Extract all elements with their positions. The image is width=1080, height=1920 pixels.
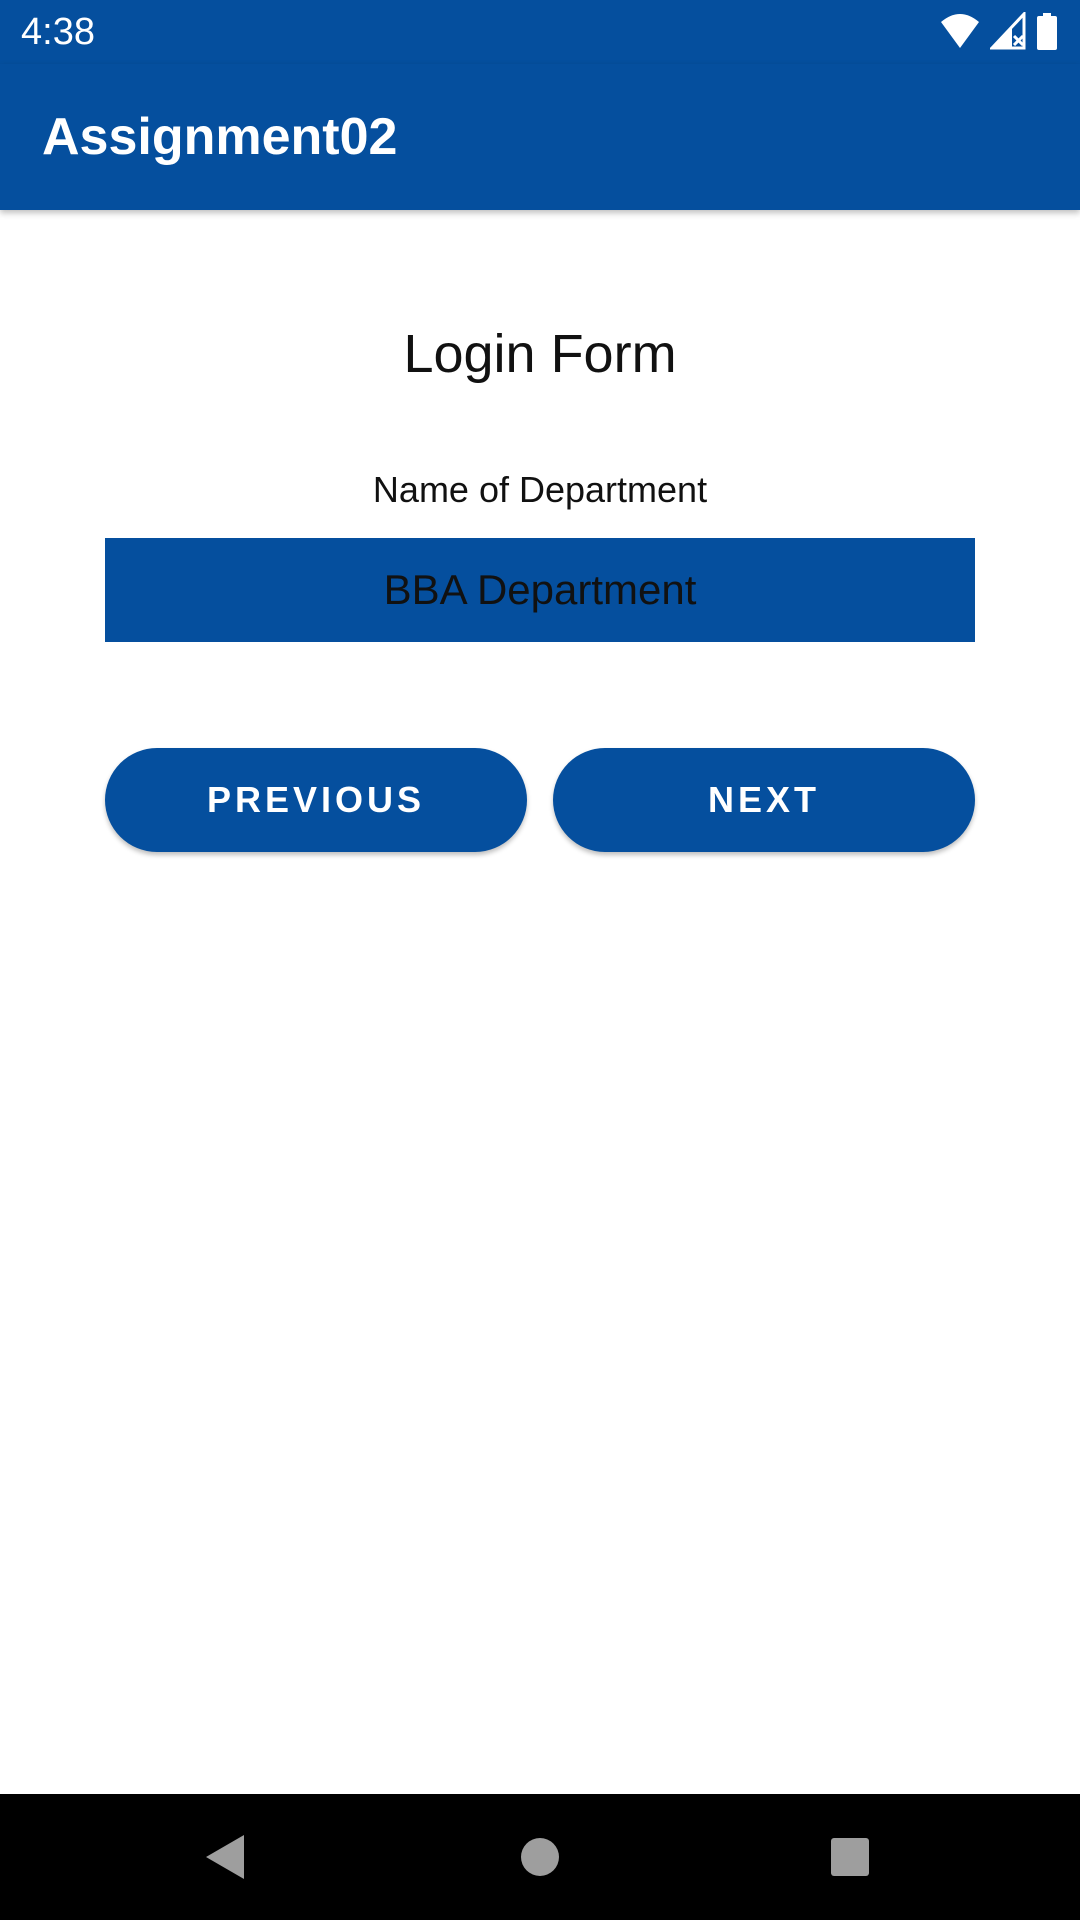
status-bar: 4:38 [0, 0, 1080, 64]
app-title: Assignment02 [42, 108, 398, 166]
signal-icon [988, 10, 1026, 52]
home-icon[interactable] [510, 1827, 570, 1887]
previous-button[interactable]: PREVIOUS [105, 748, 527, 852]
status-time: 4:38 [21, 11, 95, 53]
wifi-icon [940, 12, 980, 52]
form-title: Login Form [403, 324, 677, 384]
battery-icon [1036, 12, 1058, 52]
department-label: Name of Department [372, 469, 708, 510]
recents-icon[interactable] [820, 1827, 880, 1887]
status-icons [940, 10, 1058, 52]
next-button[interactable]: NEXT [553, 748, 975, 852]
navigation-bar [0, 1794, 1080, 1920]
back-icon[interactable] [196, 1827, 256, 1887]
app-bar: Assignment02 [0, 64, 1080, 210]
login-form: Login Form Name of Department BBA Depart… [0, 210, 1080, 1794]
department-field[interactable]: BBA Department [105, 538, 975, 642]
